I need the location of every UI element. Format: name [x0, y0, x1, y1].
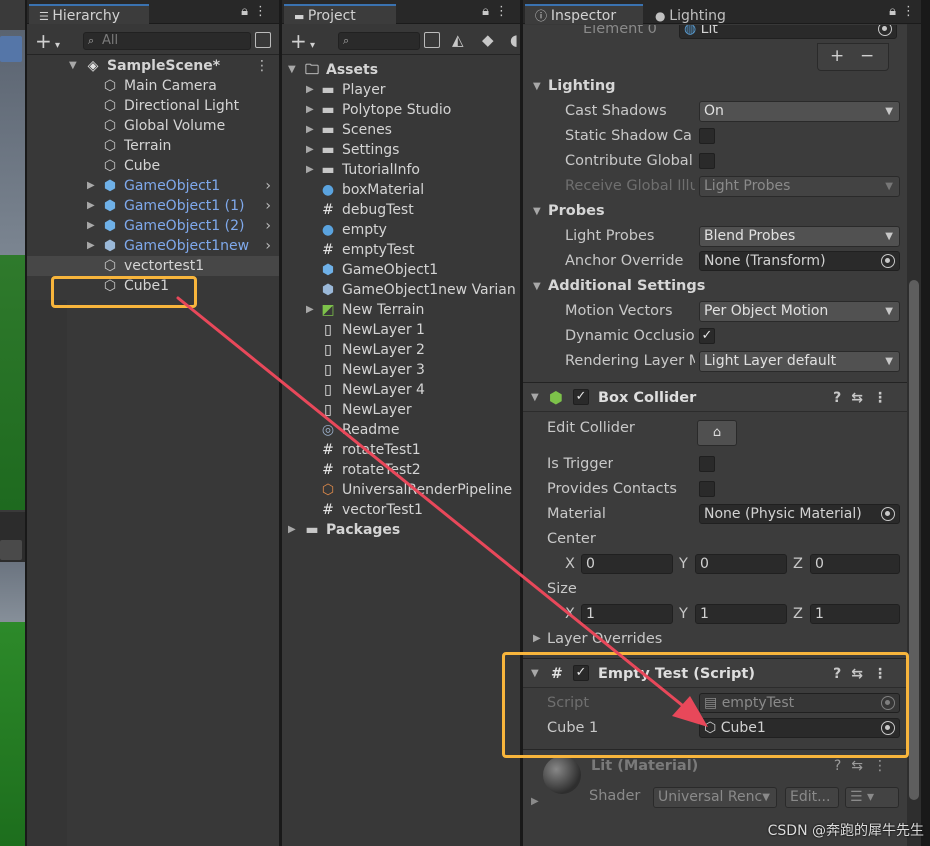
drag-arrow-line [176, 296, 700, 720]
watermark: CSDN @奔跑的犀牛先生 [767, 823, 924, 839]
drag-arrow-overlay [176, 296, 708, 727]
